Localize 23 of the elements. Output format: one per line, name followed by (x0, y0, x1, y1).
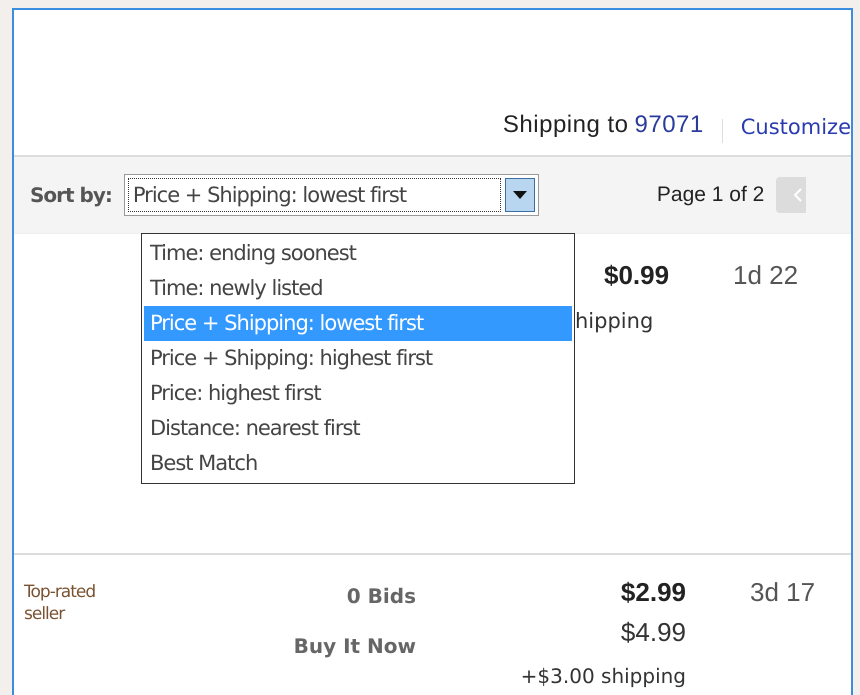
sort-option[interactable]: Best Match (144, 446, 572, 481)
buy-it-now-price: $4.99 (620, 616, 686, 649)
top-rated-seller-label: Top-rated seller (24, 581, 96, 625)
sort-dropdown[interactable]: Price + Shipping: lowest first (124, 174, 539, 216)
time-left: 3d 17 (750, 576, 816, 609)
shipping-cost: +$3.00 shipping (520, 663, 686, 690)
zip-link[interactable]: 97071 (634, 107, 704, 143)
customize-link[interactable]: Customize (740, 112, 851, 143)
bid-count: 0 Bids (346, 583, 416, 610)
sort-option[interactable]: Time: ending soonest (144, 236, 572, 271)
price: $2.99 (620, 576, 686, 609)
time-left: 1d 22 (733, 259, 798, 292)
shipping-label: Shipping to (502, 110, 629, 140)
page-indicator: Page 1 of 2 (656, 182, 764, 208)
buy-it-now-label: Buy It Now (294, 633, 416, 660)
shipping-cost: hipping (575, 308, 654, 335)
sort-option[interactable]: Price: highest first (144, 376, 572, 411)
sort-option[interactable]: Time: newly listed (144, 271, 572, 306)
sort-option[interactable]: Distance: nearest first (144, 411, 572, 446)
chevron-left-icon (794, 188, 802, 202)
sort-option[interactable]: Price + Shipping: highest first (144, 341, 572, 376)
price: $0.99 (604, 259, 670, 292)
sort-label: Sort by: (30, 182, 112, 209)
